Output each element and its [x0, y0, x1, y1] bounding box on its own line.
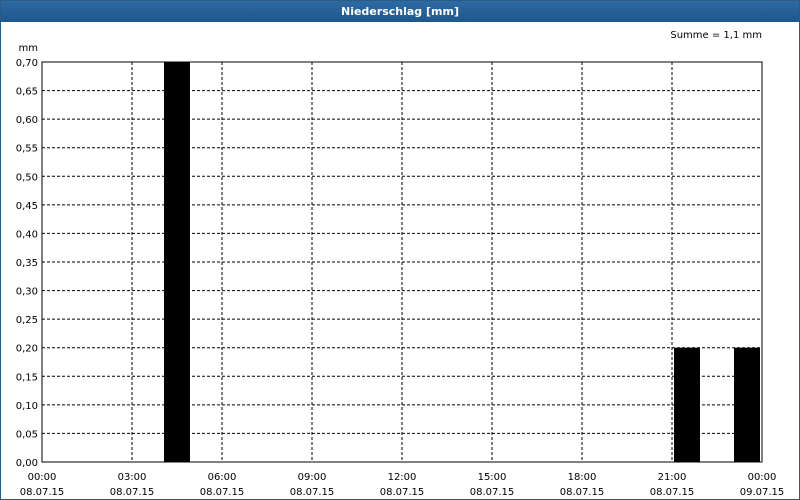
y-tick-labels: 0,00 0,05 0,10 0,15 0,20 0,25 0,30 0,35 0,40 0,45… — [16, 58, 38, 469]
y-tick-label: 0,40 — [16, 229, 38, 240]
x-tick-time: 21:00 — [658, 472, 687, 483]
precipitation-chart: mm Summe = 1,1 mm 0,000,050,100,150,200,… — [16, 30, 785, 498]
sum-label: Summe = 1,1 mm — [670, 30, 762, 41]
y-tick-label: 0,15 — [16, 372, 38, 383]
y-tick-label: 0,30 — [16, 287, 38, 298]
y-tick-label: 0,70 — [16, 58, 38, 69]
x-tick-time: 00:00 — [748, 472, 777, 483]
x-tick-time: 03:00 — [118, 472, 147, 483]
precipitation-bar — [734, 347, 760, 462]
y-tick-label: 0,55 — [16, 144, 38, 155]
x-tick-date: 08.07.15 — [20, 487, 65, 498]
x-tick-time: 18:00 — [568, 472, 597, 483]
x-tick-labels: 00:00 08.07.15 03:00 08.07.15 06:00 08.07.15 0… — [20, 472, 785, 498]
x-tick-date: 08.07.15 — [470, 487, 515, 498]
y-tick-label: 0,00 — [16, 458, 38, 469]
y-tick-label: 0,45 — [16, 201, 38, 212]
chart-window: Niederschlag [mm] mm Summe = 1,1 mm 0,00… — [0, 0, 800, 500]
x-tick-date: 08.07.15 — [110, 487, 155, 498]
y-tick-label: 0,10 — [16, 401, 38, 412]
y-tick-label: 0,20 — [16, 344, 38, 355]
x-tick-date: 09.07.15 — [740, 487, 785, 498]
y-tick-label: 0,25 — [16, 315, 38, 326]
x-tick-time: 00:00 — [28, 472, 57, 483]
precipitation-bar — [674, 347, 700, 462]
x-tick-date: 08.07.15 — [380, 487, 425, 498]
x-tick-time: 09:00 — [298, 472, 327, 483]
y-tick-label: 0,50 — [16, 172, 38, 183]
y-tick-label: 0,60 — [16, 115, 38, 126]
x-tick-date: 08.07.15 — [560, 487, 605, 498]
x-tick-time: 06:00 — [208, 472, 237, 483]
y-tick-label: 0,65 — [16, 87, 38, 98]
x-tick-date: 08.07.15 — [200, 487, 245, 498]
y-axis-unit-label: mm — [19, 43, 38, 54]
x-tick-time: 15:00 — [478, 472, 507, 483]
y-tick-label: 0,35 — [16, 258, 38, 269]
x-tick-time: 12:00 — [388, 472, 417, 483]
y-tick-label: 0,05 — [16, 429, 38, 440]
x-tick-date: 08.07.15 — [290, 487, 335, 498]
x-tick-date: 08.07.15 — [650, 487, 695, 498]
precipitation-bar — [164, 62, 190, 462]
grid — [42, 62, 762, 462]
